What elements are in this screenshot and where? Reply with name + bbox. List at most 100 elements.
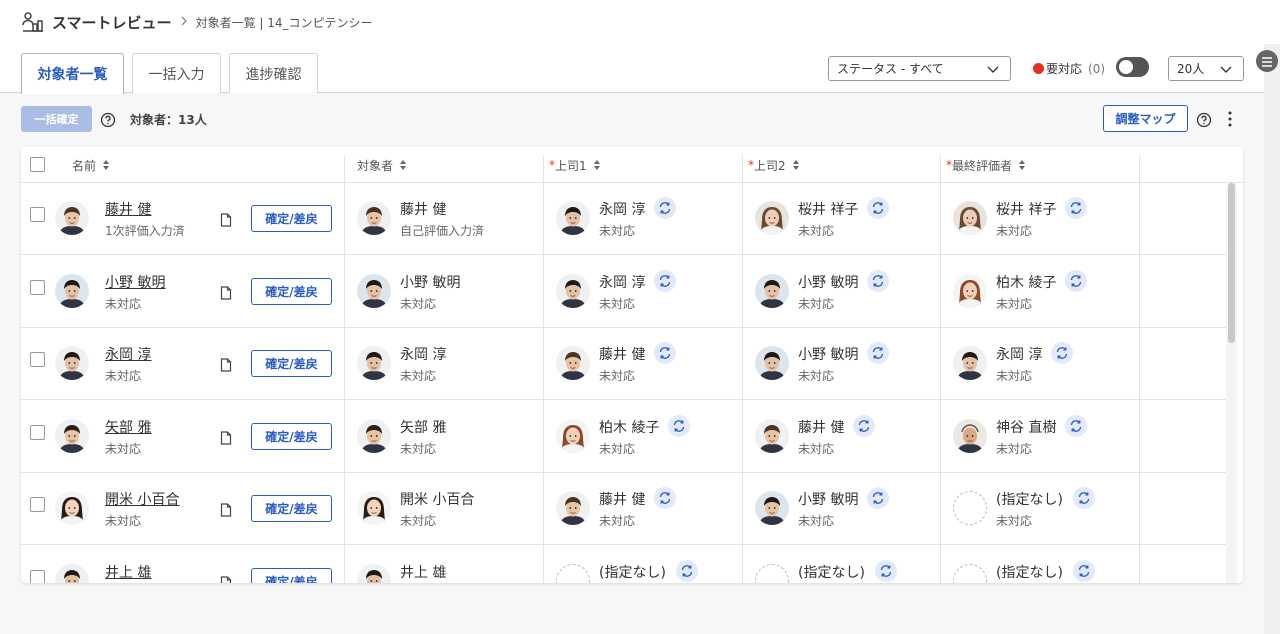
cell-final-name: 永岡 淳: [996, 347, 1043, 363]
swap-icon[interactable]: [1073, 487, 1095, 509]
cell-boss1-status: 未対応: [599, 369, 636, 383]
swap-icon[interactable]: [668, 414, 690, 437]
chevron-down-icon: [1219, 62, 1233, 76]
tab-progress[interactable]: 進捗確認: [229, 53, 318, 93]
app-title[interactable]: スマートレビュー: [52, 12, 172, 33]
swap-icon[interactable]: [1051, 342, 1073, 364]
cell-boss1-name: 柏木 綾子: [599, 419, 660, 436]
cell-boss2-status: 未対応: [798, 441, 835, 456]
row-checkbox[interactable]: [30, 424, 45, 440]
document-icon[interactable]: [220, 502, 232, 517]
cell-boss1-name: (指定なし): [599, 564, 666, 581]
avatar: [55, 563, 89, 583]
confirm-return-button[interactable]: 確定/差戻: [251, 495, 332, 522]
row-checkbox[interactable]: [30, 497, 45, 512]
avatar: [953, 418, 987, 453]
scrollbar-thumb[interactable]: [1228, 183, 1235, 343]
evaluatee-name-link[interactable]: 開米 小百合: [105, 489, 179, 509]
evaluatee-name-link[interactable]: 矢部 雅: [105, 417, 151, 437]
row-checkbox[interactable]: [30, 352, 45, 367]
swap-icon[interactable]: [867, 342, 889, 364]
swap-icon[interactable]: [853, 414, 875, 437]
evaluatee-name-link[interactable]: 小野 敏明: [105, 272, 165, 292]
swap-icon[interactable]: [654, 197, 676, 219]
column-header-name[interactable]: 名前: [72, 147, 110, 183]
tab-target-list[interactable]: 対象者一覧: [21, 53, 124, 94]
swap-icon[interactable]: [867, 487, 889, 509]
document-icon[interactable]: [220, 285, 232, 300]
column-header-boss2[interactable]: * 上司2: [748, 147, 800, 183]
table-row: 永岡 淳未対応 確定/差戻 永岡 淳未対応 藤井 健未対応 小野 敏明未対応: [21, 328, 1229, 400]
row-checkbox[interactable]: [30, 279, 45, 295]
swap-icon[interactable]: [654, 269, 676, 292]
swap-icon[interactable]: [1065, 269, 1087, 292]
row-checkbox[interactable]: [30, 569, 45, 583]
avatar: [953, 201, 987, 235]
status-filter-select[interactable]: ステータス - すべて: [828, 56, 1011, 81]
per-page-select[interactable]: 20人: [1168, 56, 1244, 81]
swap-icon[interactable]: [1073, 559, 1095, 582]
empty-avatar: [755, 563, 789, 583]
evaluatee-status: 未対応: [105, 441, 142, 456]
swap-icon[interactable]: [875, 559, 897, 582]
adjustment-map-button[interactable]: 調整マップ: [1103, 105, 1188, 132]
swap-icon[interactable]: [1065, 197, 1087, 219]
document-icon[interactable]: [220, 357, 232, 372]
need-action-label: 要対応: [1046, 62, 1083, 76]
evaluatee-status: 未対応: [105, 369, 142, 383]
avatar: [755, 491, 789, 525]
confirm-return-button[interactable]: 確定/差戻: [251, 567, 332, 583]
select-all-checkbox[interactable]: [30, 157, 45, 172]
confirm-return-button[interactable]: 確定/差戻: [251, 277, 332, 305]
column-header-boss1[interactable]: * 上司1: [549, 147, 601, 183]
swap-icon[interactable]: [867, 269, 889, 292]
evaluatee-name-link[interactable]: 井上 雄: [105, 562, 151, 582]
side-menu-button[interactable]: [1256, 50, 1278, 72]
column-header-target[interactable]: 対象者: [357, 147, 407, 183]
row-checkbox[interactable]: [30, 207, 45, 222]
bulk-confirm-button[interactable]: 一括確定: [21, 106, 92, 132]
document-icon[interactable]: [220, 575, 232, 583]
cell-boss1-status: 未対応: [599, 224, 636, 238]
tab-bulk-input[interactable]: 一括入力: [132, 53, 221, 93]
per-page-value: 20人: [1177, 62, 1205, 76]
table-row: 小野 敏明 未対応 確定/差戻 小野 敏明 未対応 永岡 淳未対応 小野 敏明 未対応: [21, 256, 1229, 328]
cell-target-name: 矢部 雅: [400, 419, 447, 436]
swap-icon[interactable]: [654, 342, 676, 364]
avatar: [755, 418, 789, 453]
people-icon: [20, 9, 46, 35]
sort-icon: [400, 160, 407, 170]
cell-boss2-name: 小野 敏明: [798, 274, 859, 291]
cell-boss2-name: 小野 敏明: [798, 492, 859, 508]
cell-final-name: 桜井 祥子: [996, 202, 1057, 218]
swap-icon[interactable]: [1065, 414, 1087, 437]
cell-boss2-name: 藤井 健: [798, 419, 845, 436]
evaluatee-name-link[interactable]: 藤井 健: [105, 199, 151, 219]
empty-avatar: [953, 563, 987, 583]
sort-icon: [792, 160, 799, 170]
column-header-final[interactable]: * 最終評価者: [946, 147, 1026, 183]
cell-boss2-name: (指定なし): [798, 564, 865, 581]
avatar: [55, 418, 89, 453]
confirm-return-button[interactable]: 確定/差戻: [251, 205, 332, 232]
avatar: [755, 201, 789, 235]
cell-final-name: 神谷 直樹: [996, 419, 1057, 436]
help-icon[interactable]: [1196, 112, 1212, 128]
confirm-return-button[interactable]: 確定/差戻: [251, 350, 332, 377]
swap-icon[interactable]: [867, 197, 889, 219]
sort-icon: [593, 160, 600, 170]
document-icon[interactable]: [220, 430, 232, 445]
more-vert-icon[interactable]: [1223, 110, 1237, 128]
cell-final-name: (指定なし): [996, 564, 1063, 581]
need-action-toggle[interactable]: [1116, 57, 1149, 77]
confirm-return-button[interactable]: 確定/差戻: [251, 422, 332, 450]
swap-icon[interactable]: [654, 487, 676, 509]
document-icon[interactable]: [220, 212, 232, 227]
cell-final-name: 柏木 綾子: [996, 274, 1057, 291]
evaluatee-name-link[interactable]: 永岡 淳: [105, 344, 151, 364]
swap-icon[interactable]: [676, 559, 698, 582]
help-icon[interactable]: [100, 112, 116, 128]
need-action-filter: 要対応 (0): [1033, 60, 1105, 77]
avatar: [357, 346, 391, 380]
breadcrumb: 対象者一覧 | 14_コンピテンシー: [195, 15, 373, 30]
